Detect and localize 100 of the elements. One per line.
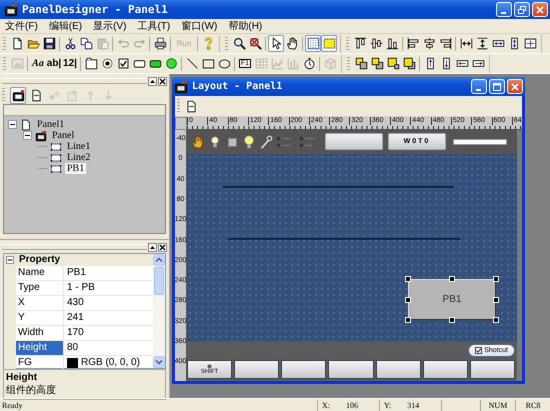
menu-item[interactable]: 编辑(E): [46, 19, 88, 33]
bar-chart-icon: [286, 57, 300, 70]
scroll-thumb[interactable]: [154, 267, 164, 295]
close-button[interactable]: [507, 79, 523, 94]
key-button[interactable]: [281, 360, 326, 379]
property-name[interactable]: Y: [16, 311, 64, 325]
property-value[interactable]: 430: [64, 296, 153, 310]
text-label-button[interactable]: Aa: [30, 55, 46, 72]
property-value[interactable]: RGB (0, 0, 0): [64, 356, 153, 370]
forward-button[interactable]: [385, 55, 401, 72]
snap-button[interactable]: [321, 35, 337, 52]
minimize-button[interactable]: [471, 79, 487, 94]
dock-grip[interactable]: [2, 244, 147, 250]
key-button[interactable]: [328, 360, 374, 379]
property-value[interactable]: 80: [64, 341, 153, 355]
save-button[interactable]: [41, 35, 57, 52]
resize-handle[interactable]: [405, 316, 411, 323]
toolbar-grip[interactable]: [346, 36, 349, 50]
menu-item[interactable]: 显示(V): [90, 19, 132, 33]
component-button[interactable]: PB1: [408, 278, 496, 320]
property-name[interactable]: Width: [16, 326, 64, 340]
menu-item[interactable]: 文件(F): [2, 19, 44, 33]
space-vertical-icon: [476, 37, 488, 50]
resize-handle[interactable]: [493, 316, 499, 323]
key-button[interactable]: [470, 360, 515, 379]
property-name[interactable]: Type: [16, 281, 64, 295]
resize-handle[interactable]: [493, 276, 499, 282]
resize-handle[interactable]: [493, 296, 499, 303]
bring-front-button[interactable]: [353, 55, 369, 72]
property-name[interactable]: Name: [16, 266, 64, 280]
tree-item[interactable]: Panel1: [35, 119, 66, 130]
collapse-toggle[interactable]: [23, 131, 32, 140]
backward-button[interactable]: [401, 55, 417, 72]
pointer-button[interactable]: [268, 35, 284, 52]
number-field-button[interactable]: 12|: [62, 55, 78, 72]
text-field-button[interactable]: ab|: [46, 55, 62, 72]
scroll-down-button[interactable]: [153, 356, 165, 368]
panel-icon: [4, 2, 18, 16]
close-icon: [159, 244, 166, 250]
collapse-toggle[interactable]: [4, 256, 16, 264]
grid-button[interactable]: [305, 35, 321, 52]
align-left-button[interactable]: [405, 35, 421, 52]
tree-item[interactable]: Line1: [65, 141, 92, 152]
key-button[interactable]: [234, 360, 280, 379]
collapse-toggle[interactable]: [8, 120, 17, 129]
restore-button[interactable]: [514, 2, 530, 17]
window-title: Layout - Panel1: [192, 81, 284, 92]
menu-item[interactable]: 帮助(H): [225, 19, 268, 33]
wrench-icon: [259, 134, 273, 149]
scroll-up-button[interactable]: [153, 254, 165, 266]
slider-bar[interactable]: [453, 138, 507, 145]
toolbar-grip[interactable]: [3, 56, 6, 70]
resize-handle[interactable]: [405, 276, 411, 282]
toolbar-grip[interactable]: [225, 36, 228, 50]
backward-icon: [402, 57, 416, 70]
resize-handle[interactable]: [405, 296, 411, 303]
panel-button[interactable]: [325, 133, 383, 150]
property-value[interactable]: 241: [64, 311, 153, 325]
close-button[interactable]: [532, 2, 548, 17]
resize-handle[interactable]: [449, 276, 455, 282]
property-name[interactable]: FG: [16, 356, 64, 370]
toolbar-grip[interactable]: [347, 56, 350, 70]
status-code: RC8: [526, 400, 540, 410]
scrollbar[interactable]: [153, 254, 165, 368]
copy-button[interactable]: [78, 35, 94, 52]
zoom-cancel-button[interactable]: [247, 35, 263, 52]
toolbar-grip[interactable]: [2, 88, 5, 102]
print-button[interactable]: [152, 35, 168, 52]
property-name[interactable]: Height: [16, 341, 64, 355]
property-value[interactable]: 170: [64, 326, 153, 340]
ellipse-icon: [218, 57, 230, 70]
coordinate-label: X:: [322, 400, 330, 410]
menu-item[interactable]: 窗口(W): [178, 19, 224, 33]
property-value[interactable]: PB1: [64, 266, 153, 280]
key-button[interactable]: [422, 360, 468, 379]
key-button[interactable]: [376, 360, 421, 379]
dock-menu-button[interactable]: [148, 76, 157, 86]
zoom-button[interactable]: [231, 35, 247, 52]
frame-button[interactable]: [83, 55, 99, 72]
tree-item[interactable]: Panel: [50, 130, 76, 141]
dock-menu-button[interactable]: [148, 242, 157, 252]
up-arrow-icon: [149, 78, 156, 84]
property-value[interactable]: 1 - PB: [64, 281, 153, 295]
panel-view-button[interactable]: [10, 86, 26, 104]
menu-item[interactable]: 工具(T): [134, 19, 176, 33]
tree-item[interactable]: PB1: [65, 163, 86, 174]
minimize-button[interactable]: [496, 2, 512, 17]
send-back-button[interactable]: [369, 55, 385, 72]
maximize-button[interactable]: [489, 79, 505, 94]
toolbar-grip[interactable]: [3, 36, 6, 50]
dock-close-button[interactable]: [158, 242, 167, 252]
property-name[interactable]: X: [16, 296, 64, 310]
document-icon: [20, 118, 32, 130]
hand-button[interactable]: [284, 35, 300, 52]
window-title: PanelDesigner - Panel1: [22, 3, 169, 16]
dock-grip[interactable]: [2, 78, 147, 84]
table-icon: [254, 57, 268, 70]
tree-item[interactable]: Line2: [65, 152, 92, 163]
toolbar-grip[interactable]: [177, 99, 180, 113]
dock-close-button[interactable]: [158, 76, 167, 86]
